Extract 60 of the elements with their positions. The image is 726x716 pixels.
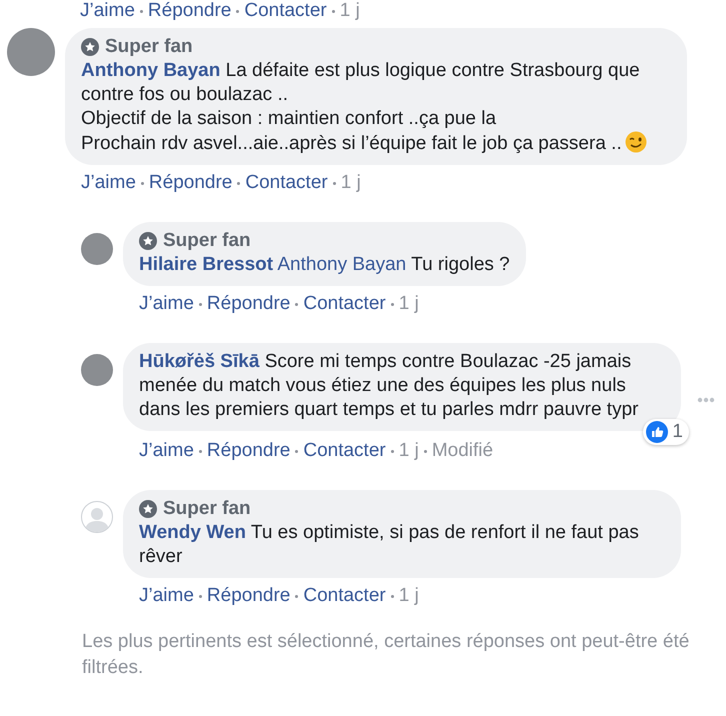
- action-link[interactable]: J’aime: [80, 0, 135, 22]
- avatar-photo-placeholder[interactable]: [81, 233, 113, 265]
- comment-text: Hilaire Bressot Anthony Bayan Tu rigoles ?: [139, 253, 510, 277]
- action-link[interactable]: J’aime: [139, 440, 194, 462]
- star-badge-icon: [139, 500, 157, 518]
- separator-dot-icon: [140, 10, 143, 12]
- comment-text: Hūkøřėš Sīkā Score mi temps contre Boulazac -25 jamais menée du match vous étiez une des équipes les plus nuls dans les premiers quart temps et tu parles mdrr pauvre typr: [139, 350, 640, 422]
- edited-label: Modifié: [432, 440, 494, 462]
- avatar-photo-placeholder[interactable]: [7, 28, 55, 76]
- reaction-number: 1: [672, 421, 683, 443]
- action-link[interactable]: Contacter: [244, 0, 327, 22]
- like-reaction-count[interactable]: 1: [643, 419, 689, 445]
- author-link[interactable]: Hūkøřėš Sīkā: [139, 351, 260, 372]
- separator-dot-icon: [295, 450, 298, 452]
- separator-dot-icon: [390, 302, 394, 306]
- timestamp: 1 j: [398, 585, 419, 607]
- comment-text: Anthony Bayan La défaite est plus logique contre Strasbourg que contre fos ou boulazac .. Objectif de la saison : maintien confort ..ça pue la Prochain rdv asvel...aie..après si l’équipe fait le job ça passera ..: [81, 59, 671, 156]
- separator-dot-icon: [332, 182, 336, 184]
- star-badge-icon: [139, 232, 157, 250]
- action-link[interactable]: J’aime: [139, 585, 194, 607]
- author-link[interactable]: Anthony Bayan: [81, 60, 220, 81]
- star-badge-icon: [81, 38, 99, 56]
- filter-notice: Les plus pertinents est sélectionné, certaines réponses ont peut-être été filtrées.: [81, 630, 690, 680]
- avatar-photo-placeholder[interactable]: [81, 354, 113, 386]
- separator-dot-icon: [198, 302, 202, 306]
- separator-dot-icon: [198, 450, 202, 452]
- badge-label: Super fan: [105, 35, 193, 59]
- action-link[interactable]: J’aime: [81, 172, 136, 194]
- separator-dot-icon: [140, 182, 144, 184]
- action-link[interactable]: Répondre: [206, 585, 290, 607]
- action-link[interactable]: Répondre: [148, 0, 232, 22]
- comment-text: Wendy Wen Tu es optimiste, si pas de renfort il ne faut pas rêver: [139, 521, 640, 569]
- separator-dot-icon: [390, 450, 394, 452]
- action-link[interactable]: Contacter: [303, 440, 386, 462]
- action-link[interactable]: J’aime: [139, 293, 194, 315]
- separator-dot-icon: [295, 594, 298, 598]
- badge-label: Super fan: [163, 497, 251, 521]
- timestamp: 1 j: [398, 293, 419, 315]
- action-link[interactable]: Répondre: [206, 440, 290, 462]
- separator-dot-icon: [236, 10, 240, 12]
- separator-dot-icon: [198, 594, 202, 598]
- separator-dot-icon: [295, 302, 298, 306]
- separator-dot-icon: [237, 182, 240, 184]
- timestamp: 1 j: [340, 172, 361, 194]
- action-link[interactable]: Répondre: [206, 293, 290, 315]
- action-link[interactable]: Contacter: [303, 293, 386, 315]
- timestamp: 1 j: [340, 0, 360, 22]
- badge-label: Super fan: [163, 229, 251, 253]
- author-link[interactable]: Wendy Wen: [139, 522, 246, 543]
- more-options-icon[interactable]: [697, 397, 715, 403]
- thumbs-up-icon: [646, 421, 668, 443]
- separator-dot-icon: [332, 10, 335, 12]
- action-link[interactable]: Répondre: [148, 172, 232, 194]
- separator-dot-icon: [390, 594, 394, 598]
- author-link[interactable]: Hilaire Bressot: [139, 254, 274, 275]
- timestamp: 1 j: [398, 440, 419, 462]
- separator-dot-icon: [424, 450, 427, 452]
- action-link[interactable]: Contacter: [245, 172, 328, 194]
- action-link[interactable]: Contacter: [303, 585, 386, 607]
- mention-link[interactable]: Anthony Bayan: [277, 254, 406, 275]
